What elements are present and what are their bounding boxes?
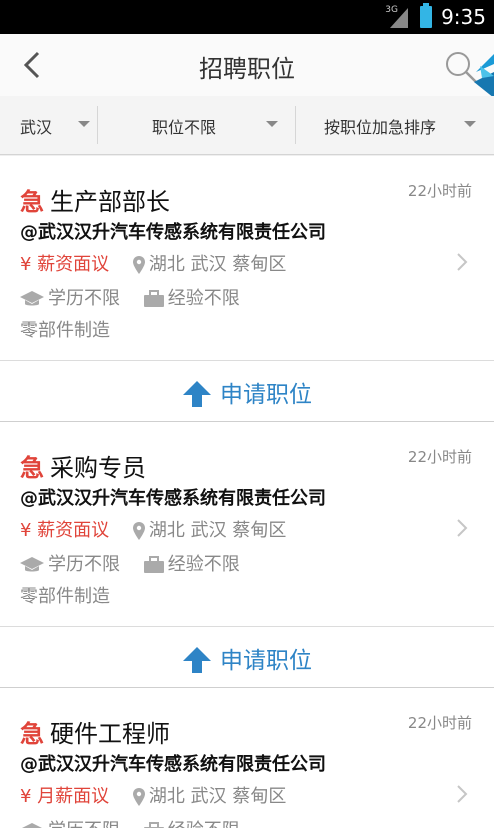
education-text: 学历不限 bbox=[48, 820, 120, 828]
app-header: 招聘职位 bbox=[0, 34, 494, 98]
filter-city-label: 武汉 bbox=[20, 118, 53, 137]
education: 学历不限 bbox=[20, 288, 126, 309]
location-text: 湖北 武汉 蔡甸区 bbox=[148, 786, 287, 807]
graduation-cap-icon bbox=[20, 557, 44, 572]
job-title: 硬件工程师 bbox=[50, 720, 170, 748]
urgent-badge: 急 bbox=[20, 188, 44, 216]
filter-sort[interactable]: 按职位加急排序 bbox=[296, 96, 494, 154]
briefcase-icon bbox=[143, 290, 164, 307]
filter-position-label: 职位不限 bbox=[152, 118, 217, 137]
filter-sort-label: 按职位加急排序 bbox=[324, 118, 437, 137]
experience: 经验不限 bbox=[143, 554, 240, 575]
urgent-badge: 急 bbox=[20, 454, 44, 482]
location-pin-icon bbox=[132, 788, 145, 806]
filter-bar: 武汉 职位不限 按职位加急排序 bbox=[0, 96, 494, 155]
apply-button[interactable]: 申请职位 bbox=[0, 360, 494, 423]
location: 湖北 武汉 蔡甸区 bbox=[132, 254, 287, 275]
company-name: @武汉汉升汽车传感系统有限责任公司 bbox=[20, 754, 326, 775]
job-title: 生产部部长 bbox=[50, 188, 170, 216]
caret-down-icon bbox=[78, 121, 90, 127]
education-text: 学历不限 bbox=[48, 554, 120, 575]
chevron-right-icon bbox=[457, 519, 468, 537]
caret-down-icon bbox=[464, 121, 476, 127]
job-card[interactable]: 急生产部部长 22小时前 @武汉汉升汽车传感系统有限责任公司 ¥ 薪资面议 湖北… bbox=[0, 156, 494, 360]
job-card[interactable]: 急采购专员 22小时前 @武汉汉升汽车传感系统有限责任公司 ¥ 薪资面议 湖北 … bbox=[0, 422, 494, 626]
caret-down-icon bbox=[266, 121, 278, 127]
filter-city[interactable]: 武汉 bbox=[0, 96, 98, 154]
location-text: 湖北 武汉 蔡甸区 bbox=[148, 254, 287, 275]
signal-icon bbox=[390, 8, 408, 28]
status-bar: 3G 9:35 bbox=[0, 0, 494, 34]
experience: 经验不限 bbox=[143, 820, 240, 828]
post-time: 22小时前 bbox=[407, 714, 472, 732]
experience: 经验不限 bbox=[143, 288, 240, 309]
industry: 零部件制造 bbox=[20, 320, 110, 341]
chevron-right-icon bbox=[457, 785, 468, 803]
filter-position[interactable]: 职位不限 bbox=[98, 96, 296, 154]
experience-text: 经验不限 bbox=[168, 820, 240, 828]
salary: ¥ 薪资面议 bbox=[20, 254, 110, 275]
company-name: @武汉汉升汽车传感系统有限责任公司 bbox=[20, 222, 326, 243]
graduation-cap-icon bbox=[22, 823, 42, 828]
page-title: 招聘职位 bbox=[199, 55, 295, 83]
education: 学历不限 bbox=[20, 554, 126, 575]
location-text: 湖北 武汉 蔡甸区 bbox=[148, 520, 287, 541]
post-time: 22小时前 bbox=[407, 448, 472, 466]
experience-text: 经验不限 bbox=[167, 288, 240, 309]
location: 湖北 武汉 蔡甸区 bbox=[132, 520, 287, 541]
apply-label: 申请职位 bbox=[220, 648, 312, 674]
arrow-up-icon bbox=[183, 381, 211, 407]
arrow-up-icon bbox=[183, 647, 211, 673]
apply-label: 申请职位 bbox=[220, 382, 312, 408]
chevron-right-icon bbox=[457, 253, 468, 271]
location: 湖北 武汉 蔡甸区 bbox=[132, 786, 287, 807]
brand-logo-icon bbox=[474, 54, 494, 98]
job-title: 采购专员 bbox=[50, 454, 146, 482]
urgent-badge: 急 bbox=[20, 720, 44, 748]
education-text: 学历不限 bbox=[48, 288, 120, 309]
apply-button[interactable]: 申请职位 bbox=[0, 626, 494, 689]
graduation-cap-icon bbox=[20, 291, 44, 306]
briefcase-icon bbox=[143, 556, 164, 573]
job-card[interactable]: 急硬件工程师 22小时前 @武汉汉升汽车传感系统有限责任公司 ¥ 月薪面议 湖北… bbox=[0, 688, 494, 828]
location-pin-icon bbox=[132, 256, 145, 274]
salary: ¥ 月薪面议 bbox=[20, 786, 110, 807]
status-time: 9:35 bbox=[441, 5, 486, 29]
company-name: @武汉汉升汽车传感系统有限责任公司 bbox=[20, 488, 326, 509]
battery-icon bbox=[420, 3, 432, 28]
education: 学历不限 bbox=[20, 820, 126, 828]
salary: ¥ 薪资面议 bbox=[20, 520, 110, 541]
industry: 零部件制造 bbox=[20, 586, 110, 607]
briefcase-icon bbox=[143, 822, 164, 828]
location-pin-icon bbox=[132, 522, 145, 540]
experience-text: 经验不限 bbox=[167, 554, 240, 575]
post-time: 22小时前 bbox=[407, 182, 472, 200]
